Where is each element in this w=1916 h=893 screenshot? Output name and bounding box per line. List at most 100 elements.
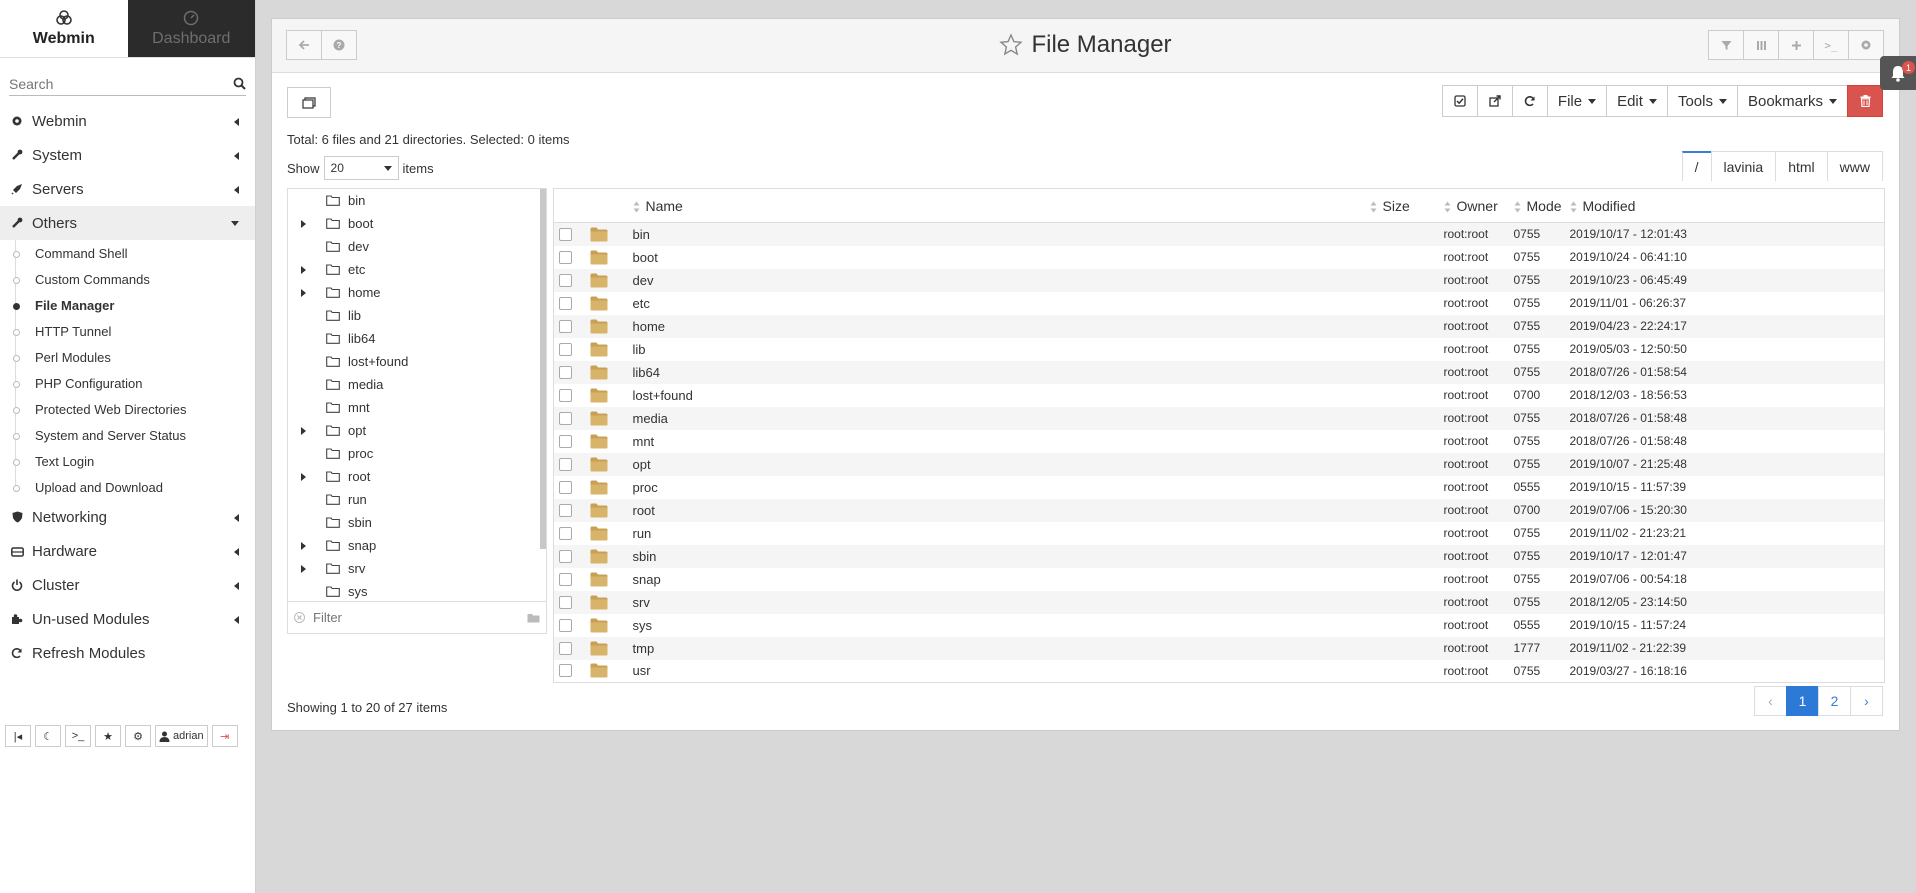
size-col-header[interactable]: Size xyxy=(1369,188,1444,223)
table-row[interactable]: snap root:root 0755 2019/07/06 - 00:54:18 xyxy=(554,568,1885,591)
tree-item[interactable]: etc xyxy=(288,258,546,281)
tree-item[interactable]: srv xyxy=(288,557,546,580)
menu-hardware[interactable]: Hardware xyxy=(0,534,255,568)
row-checkbox[interactable] xyxy=(559,319,572,333)
row-checkbox[interactable] xyxy=(559,434,572,448)
modified-col-header[interactable]: Modified xyxy=(1569,188,1690,223)
tree-item[interactable]: root xyxy=(288,465,546,488)
table-row[interactable]: mnt root:root 0755 2018/07/26 - 01:58:48 xyxy=(554,430,1885,453)
tree-item[interactable]: opt xyxy=(288,419,546,442)
menu-networking[interactable]: Networking xyxy=(0,500,255,534)
expand-arrow-icon[interactable] xyxy=(296,472,310,481)
menu-cluster[interactable]: Cluster xyxy=(0,568,255,602)
logout-button[interactable]: ⇥ xyxy=(211,725,238,747)
select-all-button[interactable] xyxy=(1441,85,1478,117)
expand-arrow-icon[interactable] xyxy=(296,541,310,550)
sub-command-shell[interactable]: Command Shell xyxy=(13,240,255,266)
tree-item[interactable]: bin xyxy=(288,189,546,212)
row-checkbox[interactable] xyxy=(559,457,572,471)
user-button[interactable]: adrian xyxy=(155,725,208,747)
search-input[interactable] xyxy=(9,75,209,92)
row-checkbox[interactable] xyxy=(559,572,572,586)
menu-webmin[interactable]: Webmin xyxy=(0,104,255,138)
tree-item[interactable]: mnt xyxy=(288,396,546,419)
tree-item[interactable]: lost+found xyxy=(288,350,546,373)
prev-page-button[interactable]: ‹ xyxy=(1754,686,1787,716)
tree-item[interactable]: sys xyxy=(288,580,546,603)
table-row[interactable]: sys root:root 0555 2019/10/15 - 11:57:24 xyxy=(554,614,1885,637)
night-mode-button[interactable]: ☾ xyxy=(35,725,61,747)
table-row[interactable]: root root:root 0700 2019/07/06 - 15:20:30 xyxy=(553,498,1885,522)
breadcrumb-root[interactable]: / xyxy=(1681,151,1712,181)
table-row[interactable]: srv root:root 0755 2018/12/05 - 23:14:50 xyxy=(553,590,1885,614)
row-checkbox[interactable] xyxy=(559,664,572,678)
row-checkbox[interactable] xyxy=(559,526,572,540)
expand-arrow-icon[interactable] xyxy=(296,564,310,573)
row-checkbox[interactable] xyxy=(559,365,572,379)
toggle-tree-button[interactable] xyxy=(287,87,331,118)
tree-item[interactable]: lib xyxy=(288,304,546,327)
menu-system[interactable]: System xyxy=(0,138,255,172)
expand-arrow-icon[interactable] xyxy=(296,426,310,435)
table-row[interactable]: bin root:root 0755 2019/10/17 - 12:01:43 xyxy=(553,222,1885,246)
settings-button[interactable]: ⚙ xyxy=(125,725,151,747)
tree-item[interactable]: sbin xyxy=(288,511,546,534)
sub-perl-modules[interactable]: Perl Modules xyxy=(13,344,255,370)
add-button[interactable] xyxy=(1778,30,1814,60)
expand-arrow-icon[interactable] xyxy=(296,219,310,228)
tab-dashboard[interactable]: Dashboard xyxy=(127,0,255,57)
columns-button[interactable] xyxy=(1743,30,1779,60)
row-checkbox[interactable] xyxy=(559,618,572,632)
row-checkbox[interactable] xyxy=(559,411,572,425)
edit-menu-button[interactable]: Edit xyxy=(1606,85,1668,117)
sub-protected-web-directories[interactable]: Protected Web Directories xyxy=(13,396,255,422)
table-row[interactable]: usr root:root 0755 2019/03/27 - 16:18:16 xyxy=(554,660,1885,683)
sub-text-login[interactable]: Text Login xyxy=(13,448,255,474)
table-row[interactable]: dev root:root 0755 2019/10/23 - 06:45:49 xyxy=(553,268,1885,292)
share-button[interactable] xyxy=(1476,85,1513,117)
table-row[interactable]: lost+found root:root 0700 2018/12/03 - 18:5… xyxy=(554,384,1885,407)
sub-system-server-status[interactable]: System and Server Status xyxy=(13,422,255,448)
bookmarks-menu-button[interactable]: Bookmarks xyxy=(1736,85,1848,117)
row-checkbox[interactable] xyxy=(559,273,572,287)
page-2-button[interactable]: 2 xyxy=(1818,686,1851,716)
tree-item[interactable]: media xyxy=(288,373,546,396)
sub-file-manager[interactable]: File Manager xyxy=(13,292,255,318)
filter-button[interactable] xyxy=(1708,30,1744,60)
collapse-sidebar-button[interactable]: |◂ xyxy=(5,725,31,747)
table-row[interactable]: lib root:root 0755 2019/05/03 - 12:50:50 xyxy=(554,338,1885,361)
star-outline-icon[interactable] xyxy=(999,33,1024,57)
tree-filter-input[interactable] xyxy=(313,610,513,625)
table-row[interactable]: boot root:root 0755 2019/10/24 - 06:41:10 xyxy=(554,246,1885,269)
table-row[interactable]: lib64 root:root 0755 2018/07/26 - 01:58:54 xyxy=(553,360,1885,384)
table-row[interactable]: home root:root 0755 2019/04/23 - 22:24:17 xyxy=(553,314,1885,338)
owner-col-header[interactable]: Owner xyxy=(1443,188,1514,223)
refresh-button[interactable] xyxy=(1511,85,1548,117)
menu-others[interactable]: Others xyxy=(0,206,255,240)
notifications-button[interactable]: 1 xyxy=(1880,56,1916,90)
delete-button[interactable] xyxy=(1847,85,1883,117)
tree-item[interactable]: boot xyxy=(288,212,546,235)
menu-refresh-modules[interactable]: Refresh Modules xyxy=(0,636,255,670)
row-checkbox[interactable] xyxy=(559,641,572,655)
favorites-button[interactable]: ★ xyxy=(95,725,121,747)
search-icon[interactable] xyxy=(233,77,246,90)
row-checkbox[interactable] xyxy=(559,549,572,563)
terminal-button[interactable]: >_ xyxy=(65,725,91,747)
clear-icon[interactable] xyxy=(294,612,305,623)
tree-item[interactable]: proc xyxy=(288,442,546,465)
menu-unused-modules[interactable]: Un-used Modules xyxy=(0,602,255,636)
terminal-header-button[interactable]: >_ xyxy=(1813,30,1849,60)
row-checkbox[interactable] xyxy=(559,227,572,241)
next-page-button[interactable]: › xyxy=(1850,686,1883,716)
breadcrumb-lavinia[interactable]: lavinia xyxy=(1710,151,1777,181)
tree-item[interactable]: dev xyxy=(288,235,546,258)
row-checkbox[interactable] xyxy=(559,480,572,494)
sub-custom-commands[interactable]: Custom Commands xyxy=(13,266,255,292)
name-col-header[interactable]: Name xyxy=(632,188,1370,223)
expand-arrow-icon[interactable] xyxy=(296,265,310,274)
file-menu-button[interactable]: File xyxy=(1546,85,1608,117)
table-row[interactable]: sbin root:root 0755 2019/10/17 - 12:01:47 xyxy=(553,544,1885,568)
table-row[interactable]: tmp root:root 1777 2019/11/02 - 21:22:39 xyxy=(553,636,1885,660)
table-row[interactable]: proc root:root 0555 2019/10/15 - 11:57:39 xyxy=(554,476,1885,499)
